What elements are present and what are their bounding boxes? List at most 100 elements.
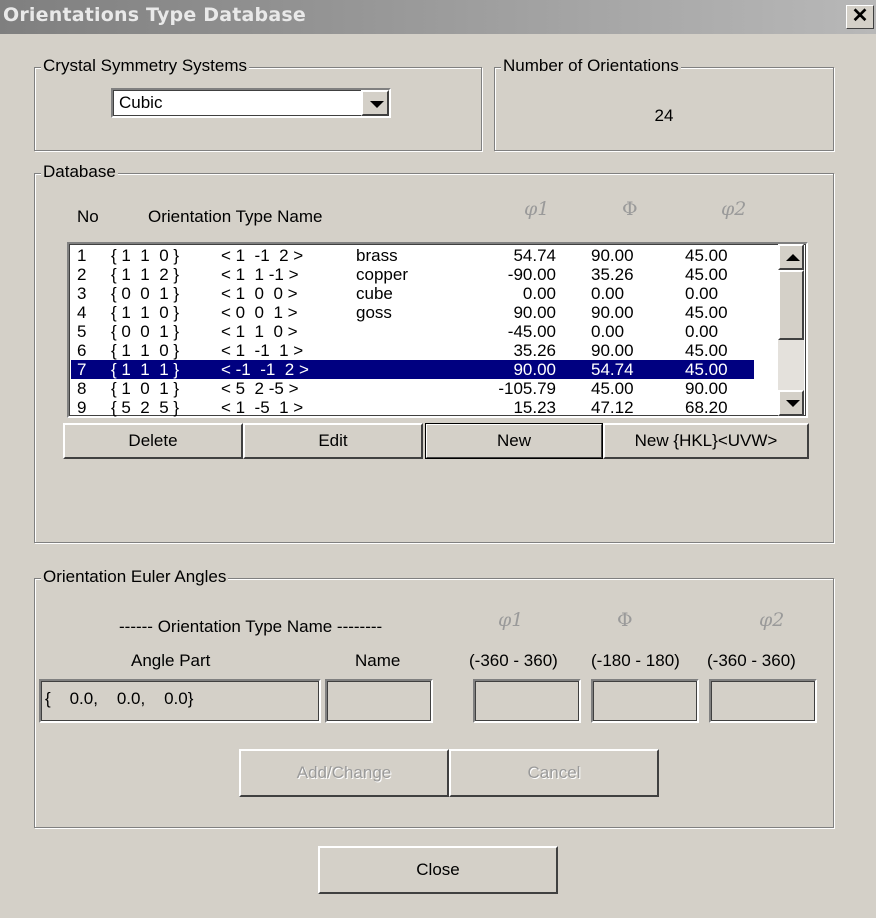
symmetry-select[interactable]: Cubic [111,88,391,118]
cell-phi2: 0.00 [685,322,719,341]
scroll-down-button[interactable] [778,390,804,416]
cell-hkl: { 1 1 0 } [111,246,180,265]
cancel-label: Cancel [527,763,581,782]
cancel-button[interactable]: Cancel [449,749,659,797]
cell-phi2: 0.00 [685,284,719,303]
euler-group: Orientation Euler Angles ------ Orientat… [34,567,834,828]
cell-label: copper [356,265,408,284]
cell-uvw: < 1 0 0 > [221,284,298,303]
orientation-count: 24 [654,106,674,125]
euler-phi2-symbol: φ2 [759,609,785,631]
cell-uvw: < 1 -1 2 > [221,246,304,265]
cell-phi2: 45.00 [685,265,728,284]
title-bar[interactable]: Orientations Type Database ✕ [0,0,876,34]
header-name: Orientation Type Name [148,207,323,226]
cell-Phi: 90.00 [591,246,634,265]
header-phi1: φ1 [524,198,550,220]
type-name-header: ------ Orientation Type Name -------- [119,617,383,636]
delete-label: Delete [128,431,178,450]
header-Phi: Φ [622,198,638,220]
cell-hkl: { 1 1 1 } [111,360,180,379]
cell-uvw: < 5 2 -5 > [221,379,299,398]
cell-uvw: < 0 0 1 > [221,303,298,322]
close-icon: ✕ [851,5,869,27]
list-item[interactable]: 8 { 1 0 1 } < 5 2 -5 > -105.79 45.00 90.00 [71,379,754,398]
orientation-list[interactable]: 1{ 1 1 0 } < 1 -1 2 > brass 54.74 90.00 45.00… [67,242,808,418]
add-change-label: Add/Change [296,763,392,782]
cell-no: 9 [77,398,87,417]
cell-label: brass [356,246,398,265]
new-hkl-uvw-label: New {HKL}<UVW> [634,431,778,450]
euler-Phi-symbol: Φ [617,609,633,631]
symmetry-group: Crystal Symmetry Systems Cubic [34,56,482,151]
cell-Phi: 90.00 [591,341,634,360]
new-hkl-uvw-button[interactable]: New {HKL}<UVW> [603,423,809,459]
cell-Phi: 35.26 [591,265,634,284]
edit-label: Edit [318,431,348,450]
scroll-up-button[interactable] [778,244,804,270]
cell-no: 5 [77,322,87,341]
symmetry-legend: Crystal Symmetry Systems [41,56,250,76]
list-item[interactable]: 9 { 5 2 5 } < 1 -5 1 > 15.23 47.12 68.20 [71,398,754,417]
name-label: Name [355,651,401,670]
cell-uvw: < 1 -1 1 > [221,341,304,360]
window-title: Orientations Type Database [3,4,306,26]
name-field[interactable] [325,679,433,723]
cell-phi2: 45.00 [685,360,728,379]
cell-phi2: 45.00 [685,246,728,265]
cell-hkl: { 1 1 2 } [111,265,180,284]
edit-button[interactable]: Edit [243,423,423,459]
scroll-thumb[interactable] [778,270,804,340]
delete-button[interactable]: Delete [63,423,243,459]
cell-label: goss [356,303,392,322]
symmetry-selected-value: Cubic [119,93,163,112]
close-button[interactable]: Close [318,846,558,894]
cell-hkl: { 0 0 1 } [111,322,180,341]
close-window-button[interactable]: ✕ [846,5,874,29]
dialog-window: Orientations Type Database ✕ Crystal Sym… [0,0,876,918]
list-item[interactable]: 7 { 1 1 1 } < -1 -1 2 > 90.00 54.74 45.00 [71,360,754,379]
angle-part-value: { 0.0, 0.0, 0.0} [45,689,194,708]
list-item[interactable]: 2 { 1 1 2 } < 1 1 -1 > copper -90.00 35.26 45.… [71,265,754,284]
list-scrollbar[interactable] [778,244,804,416]
cell-Phi: 54.74 [591,360,634,379]
Phi-field[interactable] [591,679,699,723]
phi2-range-label: (-360 - 360) [707,651,796,670]
cell-uvw: < -1 -1 2 > [221,360,309,379]
list-item[interactable]: 4 { 1 1 0 } < 0 0 1 > goss 90.00 90.00 45.00 [71,303,754,322]
cell-no: 3 [77,284,87,303]
cell-phi1: -45.00 [507,322,556,341]
new-button[interactable]: New [425,423,603,459]
list-item[interactable]: 6 { 1 1 0 } < 1 -1 1 > 35.26 90.00 45.00 [71,341,754,360]
cell-no: 6 [77,341,87,360]
angle-part-field[interactable]: { 0.0, 0.0, 0.0} [39,679,321,723]
cell-phi1: 54.74 [513,246,556,265]
cell-uvw: < 1 1 -1 > [221,265,299,284]
list-item[interactable]: 5 { 0 0 1 } < 1 1 0 > -45.00 0.00 0.00 [71,322,754,341]
Phi-range-label: (-180 - 180) [591,651,680,670]
phi2-field[interactable] [709,679,817,723]
cell-phi1: 90.00 [513,360,556,379]
database-group: Database No Orientation Type Name φ1 Φ φ… [34,162,834,543]
euler-phi1-symbol: φ1 [498,609,524,631]
cell-Phi: 0.00 [591,284,625,303]
chevron-down-icon [370,101,384,108]
arrow-down-icon [786,400,800,407]
cell-hkl: { 1 0 1 } [111,379,180,398]
symmetry-dropdown-button[interactable] [361,90,389,116]
close-label: Close [416,860,460,879]
list-item[interactable]: 3 { 0 0 1 } < 1 0 0 > cube 0.00 0.00 0.00 [71,284,754,303]
arrow-up-icon [786,254,800,261]
cell-Phi: 47.12 [591,398,634,417]
add-change-button[interactable]: Add/Change [239,749,449,797]
cell-phi2: 68.20 [685,398,728,417]
list-item[interactable]: 1 { 1 1 0 } < 1 -1 2 > brass 54.74 90.00 45.00 [71,246,754,265]
cell-phi2: 90.00 [685,379,728,398]
cell-hkl: { 0 0 1 } [111,284,180,303]
cell-no: 8 [77,379,87,398]
phi1-range-label: (-360 - 360) [469,651,558,670]
cell-phi1: -105.79 [498,379,556,398]
cell-phi1: -90.00 [507,265,556,284]
phi1-field[interactable] [473,679,581,723]
count-legend: Number of Orientations [501,56,681,76]
